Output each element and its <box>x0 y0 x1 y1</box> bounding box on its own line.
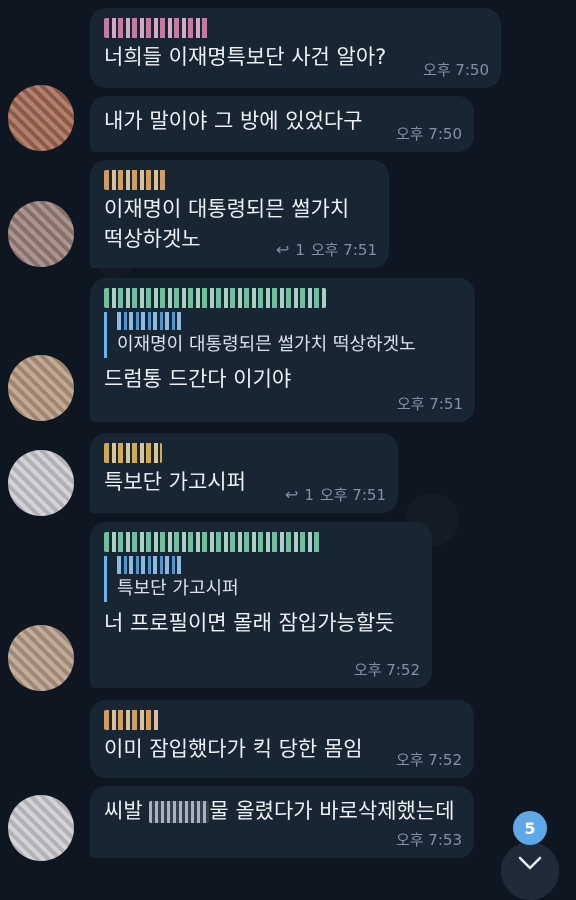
reply-quote[interactable]: 특보단 가고시퍼 <box>104 556 418 602</box>
message-time: 오후 7:50 <box>422 61 489 79</box>
avatar[interactable] <box>8 85 74 151</box>
message-bubble[interactable]: 내가 말이야 그 방에 있었다구 오후 7:50 <box>90 96 474 152</box>
quote-sender-redacted <box>117 312 183 330</box>
message-bubble[interactable]: 이재명이 대통령되믄 썰가치 떡상하겟노 드럼통 드간다 이기야 오후 7:51 <box>90 278 475 422</box>
reply-count[interactable]: 1 <box>304 486 314 504</box>
message-bubble[interactable]: 씨발 물 올렸다가 바로삭제했는데 오후 7:53 <box>90 786 474 858</box>
message-meta: 오후 7:50 <box>396 123 462 144</box>
sender-name-redacted <box>104 170 168 190</box>
message-meta: 오후 7:50 <box>423 59 489 80</box>
unread-count-badge[interactable]: 5 <box>513 811 547 845</box>
sender-name-redacted <box>104 18 210 38</box>
avatar[interactable] <box>8 450 74 516</box>
message-meta: ↩ 1 오후 7:51 <box>285 484 386 505</box>
message-text: 너 프로필이면 몰래 잠입가능할듯 <box>104 611 395 635</box>
quote-text: 특보단 가고시퍼 <box>117 578 239 599</box>
message-meta: 오후 7:51 <box>397 393 463 414</box>
reply-quote[interactable]: 이재명이 대통령되믄 썰가치 떡상하겟노 <box>104 312 461 358</box>
redacted-word <box>149 801 210 823</box>
message-meta: 오후 7:53 <box>396 829 462 850</box>
message-text: 드럼통 드간다 이기야 <box>104 367 292 391</box>
sender-name-redacted <box>104 532 320 552</box>
avatar[interactable] <box>8 201 74 267</box>
message-meta: ↩ 1 오후 7:51 <box>276 239 377 260</box>
quote-sender-redacted <box>117 556 183 574</box>
message-bubble[interactable]: 특보단 가고시퍼 너 프로필이면 몰래 잠입가능할듯 오후 7:52 <box>90 522 432 688</box>
message-time: 오후 7:51 <box>396 395 463 413</box>
message-text: 씨발 물 올렸다가 바로삭제했는데 <box>104 796 460 826</box>
quote-text: 이재명이 대통령되믄 썰가치 떡상하겟노 <box>117 334 416 355</box>
message-time: 오후 7:52 <box>395 751 462 769</box>
message-meta: 오후 7:52 <box>354 659 420 680</box>
reply-arrow-icon[interactable]: ↩ <box>285 485 298 504</box>
message-time: 오후 7:51 <box>310 241 377 259</box>
message-time: 오후 7:50 <box>395 125 462 143</box>
chevron-down-icon <box>518 856 542 870</box>
message-meta: 오후 7:52 <box>396 749 462 770</box>
message-time: 오후 7:52 <box>353 661 420 679</box>
reply-arrow-icon[interactable]: ↩ <box>276 240 289 259</box>
sender-name-redacted <box>104 710 160 730</box>
reply-count[interactable]: 1 <box>295 241 305 259</box>
sender-name-redacted <box>104 443 162 463</box>
message-text-after: 물 올렸다가 바로삭제했는데 <box>209 799 455 823</box>
message-bubble[interactable]: 특보단 가고시퍼 ↩ 1 오후 7:51 <box>90 433 398 513</box>
message-bubble[interactable]: 이미 잠입했다가 킥 당한 몸임 오후 7:52 <box>90 700 474 778</box>
message-text-before: 씨발 <box>104 799 150 823</box>
scroll-to-bottom-button[interactable] <box>501 842 559 900</box>
avatar[interactable] <box>8 355 74 421</box>
avatar[interactable] <box>8 625 74 691</box>
sender-name-redacted <box>104 288 326 308</box>
message-bubble[interactable]: 너희들 이재명특보단 사건 알아? 오후 7:50 <box>90 8 501 88</box>
message-time: 오후 7:51 <box>319 486 386 504</box>
message-bubble[interactable]: 이재명이 대통령되믄 썰가치 떡상하겟노 ↩ 1 오후 7:51 <box>90 160 389 268</box>
message-time: 오후 7:53 <box>395 831 462 849</box>
avatar[interactable] <box>8 795 74 861</box>
